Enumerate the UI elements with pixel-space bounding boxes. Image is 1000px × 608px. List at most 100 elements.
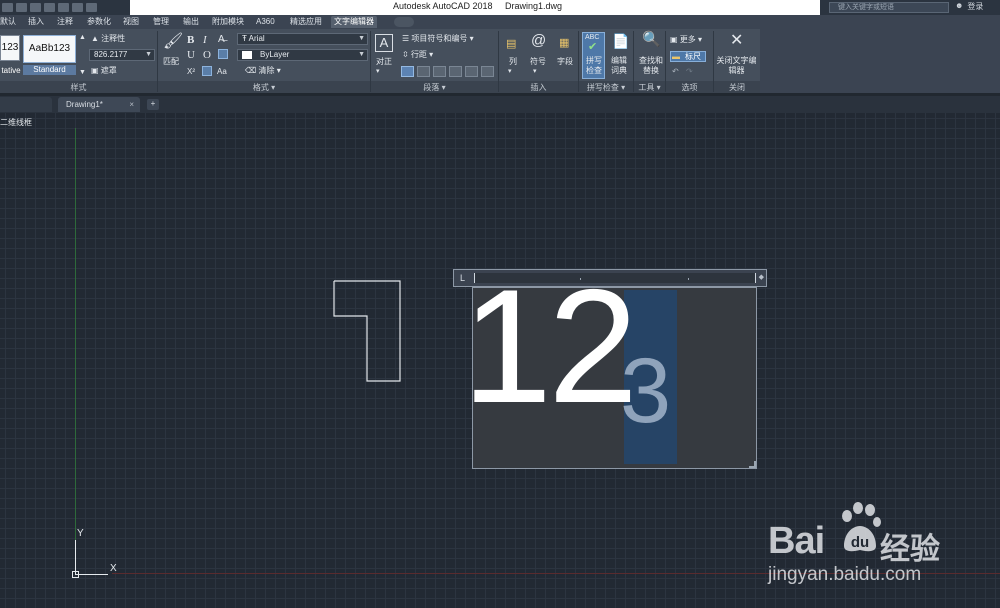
document-tab[interactable]: Drawing1* × [58,97,140,112]
watermark-brand: Bai [768,520,825,562]
align-left-button[interactable] [417,66,430,77]
clear-format-button[interactable]: ⌫ 清除 ▾ [245,66,281,76]
align-justify-button[interactable] [465,66,478,77]
edit-dictionary-button[interactable]: 编辑词典 [610,56,628,76]
align-distributed-button[interactable] [481,66,494,77]
panel-label-spell-check[interactable]: 拼写检查 ▾ [579,82,633,93]
tab-a360[interactable]: A360 [256,16,275,28]
justify-icon[interactable]: A [375,34,393,52]
panel-label-paragraph[interactable]: 段落 ▾ [371,82,498,93]
panel-label-options[interactable]: 选项 [666,82,713,93]
print-icon[interactable] [58,3,69,12]
start-tab[interactable] [0,97,52,112]
bold-button[interactable]: B [187,34,194,46]
more-options-button[interactable]: ▣ 更多 ▾ [670,35,702,45]
columns-icon[interactable]: ▤ [506,38,516,50]
watermark-brand-cn: 经验 [880,533,940,566]
style-scroll-up-icon[interactable]: ▲ [79,33,86,43]
mtext-selected-character[interactable]: 3 [620,345,671,437]
style-preview-standard[interactable]: AaBb123 [23,35,76,63]
subscript-button[interactable] [202,66,212,76]
user-icon[interactable]: ☻ [955,1,963,12]
close-text-editor-button[interactable]: 关闭文字编辑器 [714,56,759,76]
save-as-icon[interactable] [44,3,55,12]
underline-button[interactable]: U [187,49,195,61]
tab-manage[interactable]: 管理 [153,16,169,28]
tab-parametric[interactable]: 参数化 [87,16,111,28]
tab-annotate[interactable]: 注释 [57,16,73,28]
visual-style-control[interactable]: 二维线框 [0,117,32,128]
tab-featured-apps[interactable]: 精选应用 [290,16,322,28]
style-scroll-down-icon[interactable]: ▼ [79,68,86,78]
chevron-down-icon: ▼ [358,51,365,58]
close-tab-icon[interactable]: × [129,97,134,112]
line-spacing-icon: ⇳ [402,50,411,59]
annotative-toggle[interactable]: ▲ 注释性 [91,34,125,44]
l-shape-polyline[interactable] [333,280,403,384]
new-icon[interactable] [2,3,13,12]
style-caption-annotative: tative [1,66,21,75]
redo-icon[interactable]: ↷ [686,67,693,77]
tab-text-editor[interactable]: 文字编辑器 [331,16,377,28]
chevron-down-icon[interactable]: ▾ [533,67,537,77]
panel-label-close[interactable]: 关闭 [714,82,760,93]
chevron-down-icon[interactable]: ▾ [376,67,380,77]
symbol-button[interactable]: 符号 [530,57,546,67]
field-icon[interactable]: ▦ [559,37,569,49]
mask-button[interactable]: ▣ 遮罩 [91,66,117,76]
columns-button[interactable]: 列 [509,57,517,67]
find-replace-icon[interactable]: 🔍 [642,32,661,47]
save-icon[interactable] [30,3,41,12]
annotative-icon: ▲ [91,34,102,43]
dictionary-icon[interactable]: 📄 [612,34,629,48]
undo-icon[interactable]: ↶ [672,67,679,77]
mtext-content[interactable]: 12 [462,266,638,428]
strikethrough-button[interactable]: A̶ [218,34,225,46]
match-properties-button[interactable]: 匹配 [163,57,179,67]
change-case-button[interactable]: Aa [217,67,227,77]
font-combo[interactable]: Ŧ Arial ▼ [237,33,368,45]
redo-icon[interactable] [86,3,97,12]
spell-check-label: 拼写检查 [586,56,602,75]
text-height-combo[interactable]: 826.2177 ▼ [89,49,155,61]
align-default-button[interactable] [401,66,414,77]
resize-grip[interactable] [749,461,756,468]
color-combo[interactable]: ByLayer ▼ [237,49,368,61]
find-replace-button[interactable]: 查找和替换 [637,56,665,76]
tab-view[interactable]: 视图 [123,16,139,28]
align-right-button[interactable] [449,66,462,77]
undo-icon[interactable] [72,3,83,12]
new-tab-button[interactable]: + [147,99,159,110]
panel-label-insert[interactable]: 插入 [499,82,578,93]
match-properties-icon[interactable]: 🖌 [163,34,183,50]
login-link[interactable]: 登录 [967,1,983,12]
field-button[interactable]: 字段 [557,57,573,67]
open-icon[interactable] [16,3,27,12]
panel-label-tools[interactable]: 工具 ▾ [634,82,665,93]
panel-label-format[interactable]: 格式 ▾ [158,82,370,93]
chevron-down-icon[interactable]: ◆ [759,273,764,281]
color-swatch [242,51,252,59]
line-spacing-button[interactable]: ⇳ 行距 ▾ [402,50,433,60]
align-center-button[interactable] [433,66,446,77]
justify-button[interactable]: 对正 [376,57,392,67]
overline-button[interactable]: O [203,49,211,61]
italic-button[interactable]: I [203,34,207,46]
panel-label-style[interactable]: 样式 [0,82,157,93]
tab-output[interactable]: 输出 [183,16,199,28]
symbol-icon[interactable]: @ [531,33,546,48]
bullets-button[interactable]: ☰ 项目符号和编号 ▾ [402,34,474,44]
style-preview-annotative[interactable]: 123 [0,35,20,61]
superscript-button[interactable]: X² [187,67,195,77]
title-area: Autodesk AutoCAD 2018 Drawing1.dwg [130,0,820,15]
tab-default[interactable]: 默认 [0,16,16,28]
ribbon-empty-area [760,29,1000,93]
tab-addins[interactable]: 附加模块 [212,16,244,28]
tab-insert[interactable]: 插入 [28,16,44,28]
stack-button[interactable] [218,49,228,59]
chevron-down-icon[interactable]: ▾ [508,67,512,77]
autocad-window: Autodesk AutoCAD 2018 Drawing1.dwg 键入关键字… [0,0,1000,608]
search-input[interactable]: 键入关键字或短语 [829,2,949,13]
tab-overflow-button[interactable] [394,17,414,27]
close-icon[interactable]: ✕ [730,33,743,49]
